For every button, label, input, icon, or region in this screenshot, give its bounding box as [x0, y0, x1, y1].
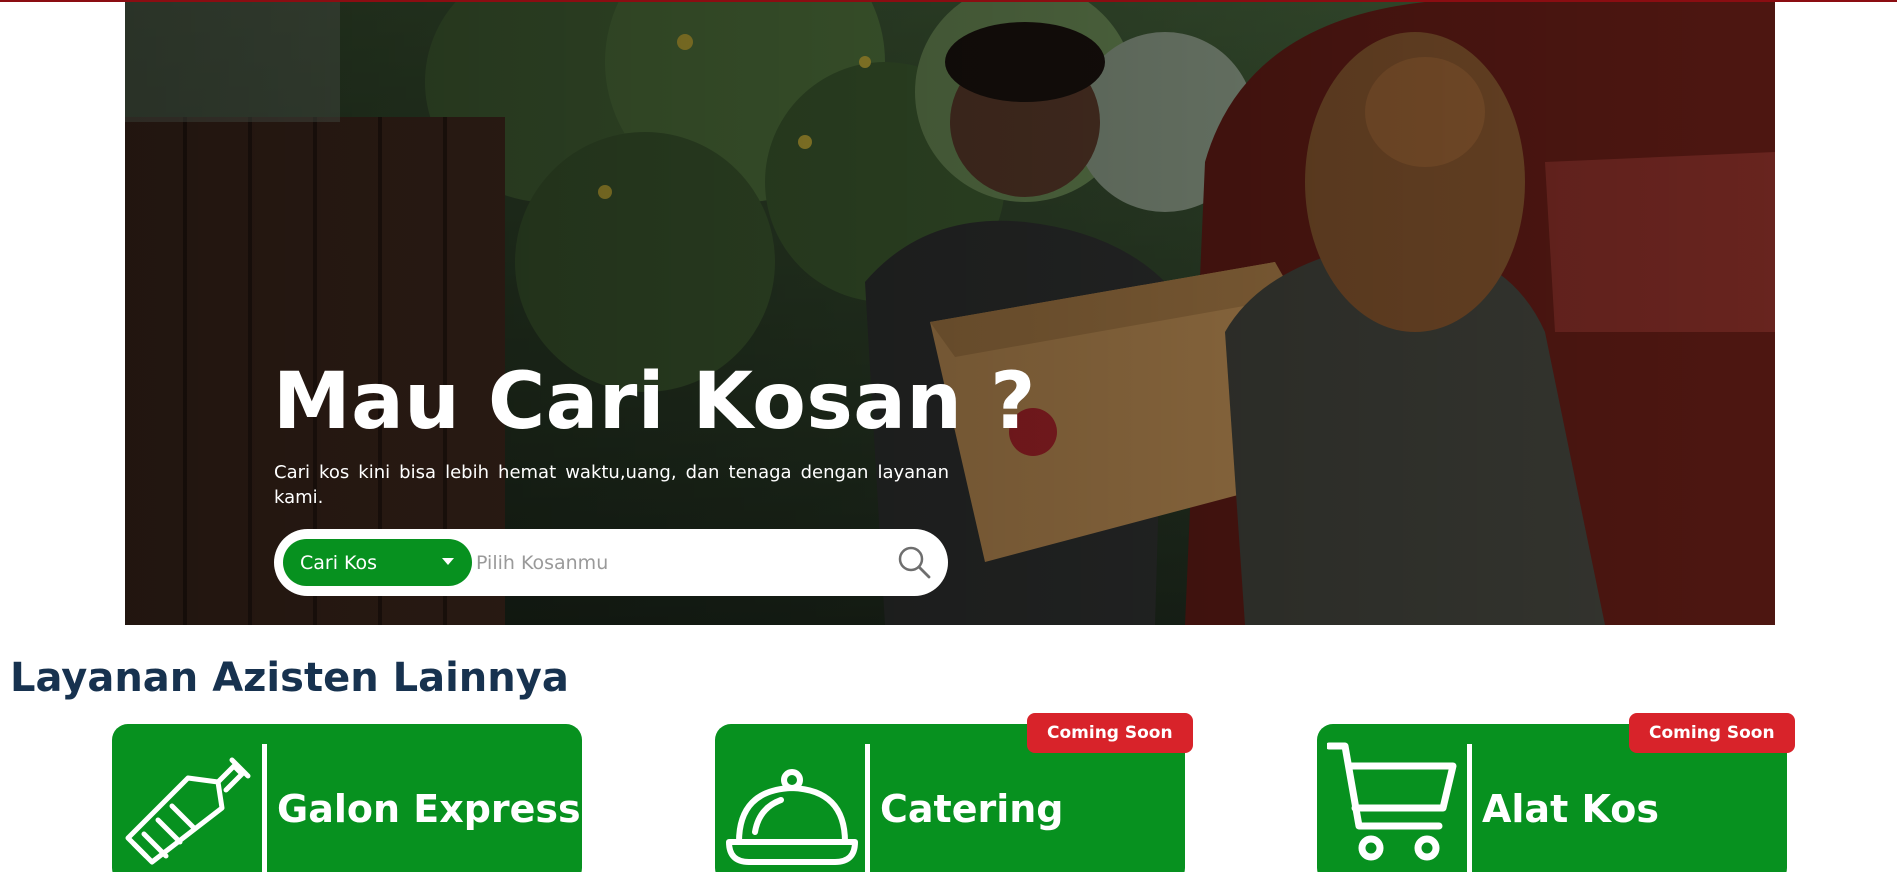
card-divider [1467, 744, 1472, 872]
search-bar: Cari Kos [274, 529, 948, 596]
services-section-title: Layanan Azisten Lainnya [10, 655, 569, 701]
food-cloche-icon [726, 769, 858, 865]
card-divider [865, 744, 870, 872]
search-type-label: Cari Kos [300, 552, 378, 574]
coming-soon-badge: Coming Soon [1629, 713, 1795, 753]
hero-subtitle: Cari kos kini bisa lebih hemat waktu,uan… [274, 462, 949, 508]
water-gallon-icon [125, 757, 251, 865]
shopping-cart-icon [1327, 742, 1457, 861]
search-type-dropdown[interactable]: Cari Kos [283, 539, 472, 586]
service-label: Catering [880, 787, 1064, 831]
service-label: Alat Kos [1482, 787, 1659, 831]
card-divider [262, 744, 267, 872]
service-label: Galon Express [277, 787, 581, 831]
search-input[interactable] [476, 543, 876, 583]
hero-banner: Mau Cari Kosan ? Cari kos kini bisa lebi… [125, 2, 1775, 625]
service-card-galon-express[interactable]: Galon Express [112, 724, 582, 872]
search-icon[interactable] [896, 544, 932, 580]
coming-soon-badge: Coming Soon [1027, 713, 1193, 753]
hero-title: Mau Cari Kosan ? [273, 357, 1036, 447]
caret-down-icon [442, 558, 454, 565]
